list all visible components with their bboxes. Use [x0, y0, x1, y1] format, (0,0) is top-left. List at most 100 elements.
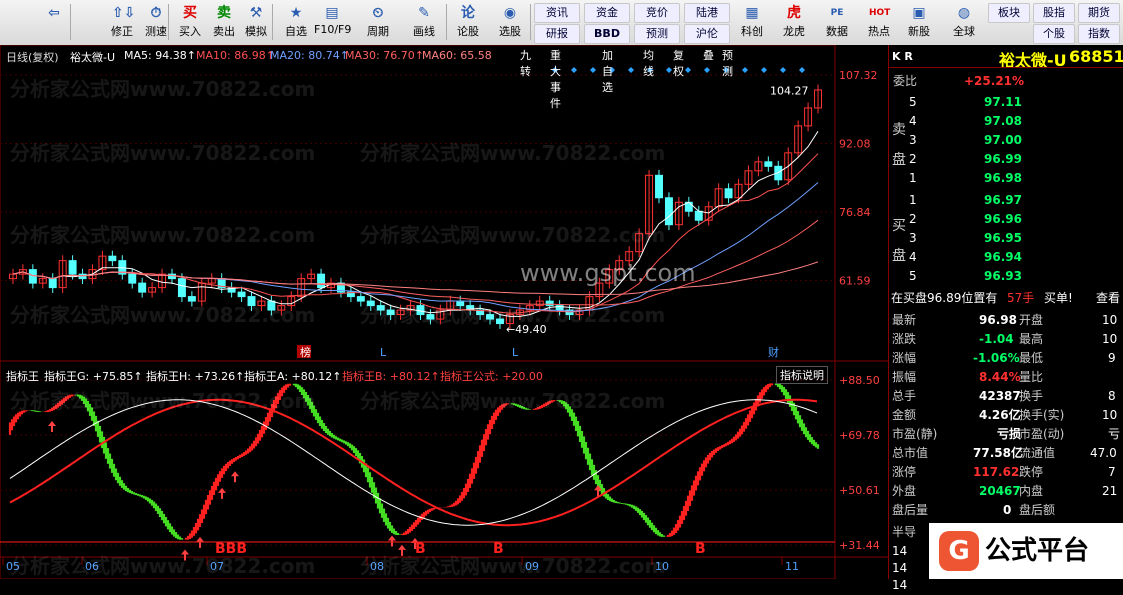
sell-row: 3 97.00: [889, 131, 1123, 150]
stat-row: 盘后量 0 盘后额: [889, 501, 1123, 520]
stat-label: 外盘: [892, 484, 917, 498]
pending-row[interactable]: 在买盘96.89位置有 57手 买单! 查看: [889, 289, 1123, 308]
stat-row: 涨停 117.62 跌停 7: [889, 463, 1123, 482]
buy-button[interactable]: 买买入: [172, 2, 208, 44]
simulate-button-label: 模拟: [245, 25, 267, 38]
stat-label: 涨停: [892, 465, 917, 479]
stat-value: 77.58亿: [973, 446, 1023, 460]
toolbar-link-1-2[interactable]: 预测: [634, 24, 680, 44]
stat-label: 总手: [892, 389, 917, 403]
global-button[interactable]: ◍ 全球: [945, 2, 983, 44]
sell-button[interactable]: 卖卖出: [206, 2, 242, 44]
toolbar-link-0-2[interactable]: 竞价: [634, 3, 680, 23]
buy-arrow: [48, 421, 56, 433]
sell-level: 3: [909, 133, 917, 147]
chart-title-prefix: 日线(复权): [6, 51, 59, 64]
chart-tab-0[interactable]: 九转: [520, 47, 531, 79]
sell-price: 97.08: [984, 114, 1022, 128]
stat-row: 金额 4.26亿 换手(实) 10: [889, 406, 1123, 425]
event-marker: 财: [768, 345, 779, 359]
sell-level: 2: [909, 152, 917, 166]
chart-tab-6[interactable]: 预测: [722, 47, 733, 79]
toolbar-link-1-0[interactable]: 研报: [534, 24, 580, 44]
sell-price: 97.11: [984, 95, 1022, 109]
period-button[interactable]: ⏲ 周期: [360, 2, 396, 44]
sell-row: 2 96.99: [889, 150, 1123, 169]
simulate-button[interactable]: ⚒ 模拟: [238, 2, 274, 44]
stat-value: -1.04: [979, 332, 1014, 346]
stat-label: 涨跌: [892, 332, 917, 346]
kechuang-button-label: 科创: [741, 25, 763, 38]
f10-button[interactable]: ▤ F10/F9: [314, 2, 352, 44]
chart-tab-5[interactable]: 叠: [703, 47, 714, 63]
sell-price: 97.00: [984, 133, 1022, 147]
stat-label: 换手(实): [1019, 408, 1065, 422]
buy-title: 买盘: [892, 218, 906, 264]
ma10-label: MA10: 86.98↑: [196, 49, 275, 62]
candle-body: [28, 269, 37, 284]
toolbar-market-0-0[interactable]: 板块: [988, 3, 1030, 23]
hot-button[interactable]: HOT 热点: [860, 2, 898, 44]
watermark: 分析家公式网www.70822.com: [10, 303, 316, 327]
event-diamond: [571, 67, 577, 73]
toolbar-link-0-0[interactable]: 资讯: [534, 3, 580, 23]
price-axis-label: 107.32: [839, 69, 878, 82]
toolbar-market-0-2[interactable]: 期货: [1078, 3, 1120, 23]
hot-icon: HOT: [869, 8, 891, 18]
forum-button[interactable]: 论论股: [450, 2, 486, 44]
toolbar-separator: [446, 4, 447, 40]
candle-body: [655, 174, 663, 199]
indicator-explain-button[interactable]: 指标说明: [776, 366, 828, 384]
watchlist-button[interactable]: ★ 自选: [278, 2, 314, 44]
stat-value: 10: [1102, 313, 1118, 327]
sell-price: 96.99: [984, 152, 1022, 166]
buy-level: 4: [909, 250, 917, 264]
kechuang-button[interactable]: ▦ 科创: [733, 2, 771, 44]
stat-label: 盘后额: [1019, 503, 1056, 517]
time-label: 半导: [892, 525, 917, 539]
draw-button[interactable]: ✎ 画线: [406, 2, 442, 44]
forum-button-label: 论股: [457, 25, 479, 38]
weibi-row: 委比 +25.21%: [889, 72, 1123, 91]
buy-price: 96.94: [984, 250, 1022, 264]
toolbar-market-0-1[interactable]: 股指: [1033, 3, 1075, 23]
data-button[interactable]: PE 数据: [818, 2, 856, 44]
sell-title: 卖盘: [892, 122, 906, 168]
stat-value: 8: [1108, 389, 1116, 403]
stat-value: 10: [1102, 408, 1118, 422]
back-button[interactable]: ⇦: [36, 2, 72, 44]
toolbar-link-1-3[interactable]: 沪伦: [684, 24, 730, 44]
watermark: 分析家公式网www.70822.com: [10, 77, 316, 101]
stat-row: 总手 42387 换手 8: [889, 387, 1123, 406]
dragon-button[interactable]: 虎龙虎: [775, 2, 813, 44]
stockpick-button[interactable]: ◉ 选股: [492, 2, 528, 44]
buy-row: 1 96.97: [889, 191, 1123, 210]
ma60-label: MA60: 65.58: [422, 49, 492, 62]
newstock-button[interactable]: ▣ 新股: [900, 2, 938, 44]
toolbar-market-1-2[interactable]: 指数: [1078, 24, 1120, 44]
stat-value: 9: [1108, 351, 1116, 365]
ind-axis-label: +31.44: [839, 539, 880, 552]
sell-level: 5: [909, 95, 917, 109]
stat-row: 最新 96.98 开盘 10: [889, 311, 1123, 330]
stat-value: 亏损: [997, 427, 1022, 441]
chart-tab-3[interactable]: 均线: [643, 47, 654, 79]
ind-b-label: 指标王B: +80.12↑: [342, 370, 440, 383]
chart-area[interactable]: 107.32 92.08 76.84 61.59 104.27 ←49.40 榜 L L 财 +88…: [0, 44, 888, 580]
chart-tab-4[interactable]: 复权: [673, 47, 684, 79]
toolbar-link-1-1[interactable]: BBD: [584, 24, 630, 44]
chart-tab-1[interactable]: 重大事件: [550, 47, 561, 111]
toolbar-market-1-1[interactable]: 个股: [1033, 24, 1075, 44]
candle-body: [128, 273, 137, 284]
toolbar-link-0-1[interactable]: 资金: [584, 3, 630, 23]
draw-icon: ✎: [418, 5, 430, 21]
buy-row: 4 96.94: [889, 248, 1123, 267]
chart-tab-2[interactable]: 加自选: [602, 47, 613, 95]
stat-value: 20467: [979, 484, 1021, 498]
modify-button[interactable]: ⇧⇩ 修正: [104, 2, 140, 44]
ma20-label: MA20: 80.74↑: [270, 49, 349, 62]
f10-button-label: F10/F9: [314, 23, 352, 36]
toolbar-link-0-3[interactable]: 陆港: [684, 3, 730, 23]
test-button-label: 测速: [145, 25, 167, 38]
watermark: 分析家公式网www.70822.com: [10, 389, 316, 413]
